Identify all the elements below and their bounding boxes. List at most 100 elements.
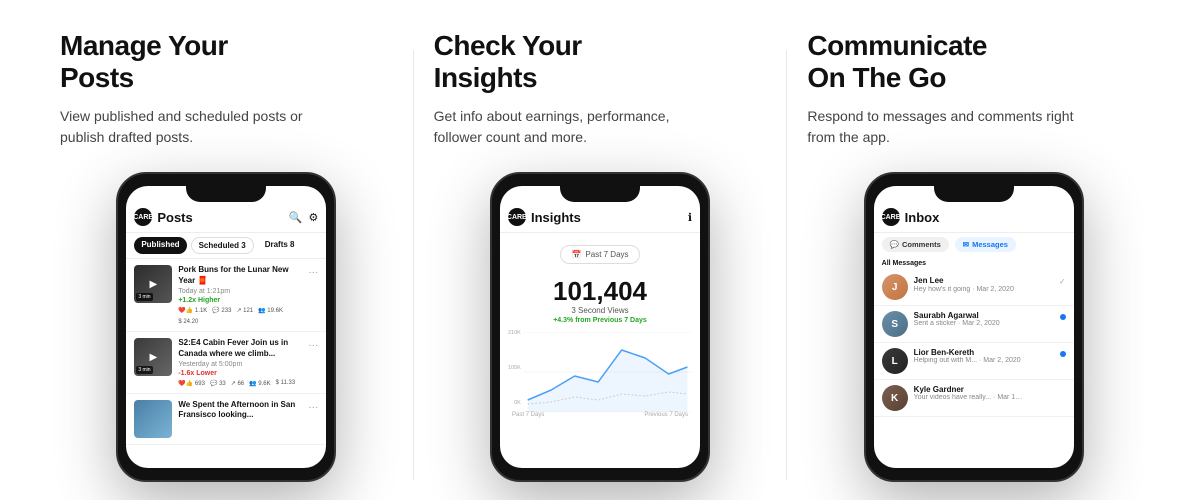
chart-container: 210K 105K 0K — [508, 328, 692, 412]
messages-label: Messages — [972, 240, 1008, 249]
stat-shares-2: ↗ 66 — [231, 380, 244, 387]
y-label-top: 210K — [508, 330, 521, 336]
inbox-tabs: 💬 Comments ✉ Messages — [874, 233, 1074, 256]
inbox-screen-title: Inbox — [905, 210, 940, 225]
all-messages-label: All Messages — [874, 256, 1074, 269]
phone-notch-insights — [560, 184, 640, 202]
inbox-title-row: CARB Inbox — [882, 208, 940, 226]
stat-reactions-2: ❤️👍 693 — [178, 380, 205, 387]
metric-change: +4.3% from Previous 7 Days — [508, 317, 692, 324]
phone-notch-inbox — [934, 184, 1014, 202]
post-title-3: We Spent the Afternoon in San Fransisco … — [178, 400, 302, 421]
msg-content-lior: Lior Ben-Kereth Helping out with M... · … — [914, 348, 1066, 364]
insights-screen: CARB Insights ℹ 📅 Past 7 Days — [500, 186, 700, 468]
posts-tabs: Published Scheduled 3 Drafts 8 — [126, 233, 326, 259]
post-thumb-3 — [134, 400, 172, 438]
post-date-1: Today at 1:21pm — [178, 288, 302, 295]
time-selector-label: Past 7 Days — [585, 250, 628, 259]
message-jen[interactable]: J Jen Lee ✓ Hey how's it going · Mar 2, … — [874, 269, 1074, 306]
play-icon-2: ▶ — [149, 352, 157, 363]
filter-icon[interactable]: ⚙ — [308, 211, 318, 224]
metric-label: 3 Second Views — [508, 306, 692, 315]
post-item-1: ▶ 3 min Pork Buns for the Lunar New Year… — [126, 259, 326, 332]
msg-content-saurabh: Saurabh Agarwal Sent a sticker · Mar 2, … — [914, 311, 1066, 327]
msg-name-jen: Jen Lee — [914, 276, 944, 285]
tab-published[interactable]: Published — [134, 237, 186, 254]
post-title-1: Pork Buns for the Lunar New Year 🧧 — [178, 265, 302, 286]
msg-read-jen: ✓ — [1059, 277, 1066, 286]
post-title-2: S2:E4 Cabin Fever Join us in Canada wher… — [178, 338, 302, 359]
msg-preview-saurabh: Sent a sticker · Mar 2, 2020 — [914, 320, 1024, 327]
inbox-screen: CARB Inbox 💬 Comments ✉ Messages — [874, 186, 1074, 468]
post-thumb-2: ▶ 3 min — [134, 338, 172, 376]
post-menu-3[interactable]: ··· — [308, 402, 318, 413]
msg-preview-jen: Hey how's it going · Mar 2, 2020 — [914, 286, 1024, 293]
msg-preview-kyle: Your videos have really... · Mar 1, 2020 — [914, 394, 1024, 401]
tab-comments[interactable]: 💬 Comments — [882, 237, 949, 252]
calendar-icon: 📅 — [571, 250, 581, 259]
tab-messages[interactable]: ✉ Messages — [955, 237, 1016, 252]
play-icon-1: ▶ — [149, 279, 157, 290]
phone-notch-posts — [186, 184, 266, 202]
time-selector[interactable]: 📅 Past 7 Days — [560, 245, 639, 264]
comments-icon: 💬 — [890, 240, 899, 249]
msg-name-saurabh: Saurabh Agarwal — [914, 311, 979, 320]
posts-header-icons: 🔍 ⚙ — [289, 211, 319, 224]
messages-icon: ✉ — [963, 240, 969, 249]
phone-wrapper-posts: CARB Posts 🔍 ⚙ Published Scheduled 3 Dra… — [60, 172, 393, 500]
duration-1: 3 min — [136, 293, 152, 301]
post-stats-2: ❤️👍 693 💬 33 ↗ 66 👥 9.6K $ 11.33 — [178, 380, 302, 387]
manage-posts-title: Manage YourPosts — [60, 30, 228, 94]
avatar-jen: J — [882, 274, 908, 300]
duration-2: 3 min — [136, 366, 152, 374]
feature-insights: Check YourInsights Get info about earnin… — [414, 30, 787, 500]
stat-revenue-2: $ 11.33 — [276, 380, 296, 386]
phone-posts: CARB Posts 🔍 ⚙ Published Scheduled 3 Dra… — [116, 172, 336, 482]
posts-screen-title: Posts — [157, 210, 192, 225]
stat-revenue-1: $ 24.20 — [178, 319, 198, 325]
chart-label-current: Past 7 Days — [512, 412, 544, 418]
post-perf-1: +1.2x Higher — [178, 297, 302, 304]
comments-label: Comments — [902, 240, 941, 249]
post-content-3: We Spent the Afternoon in San Fransisco … — [178, 400, 302, 423]
tab-scheduled[interactable]: Scheduled 3 — [191, 237, 254, 254]
posts-title-row: CARB Posts — [134, 208, 192, 226]
communicate-desc: Respond to messages and comments right f… — [807, 106, 1087, 148]
y-label-bot: 0K — [508, 400, 521, 406]
unread-dot-lior — [1060, 351, 1066, 357]
stat-reach-2: 👥 9.6K — [249, 380, 270, 387]
message-saurabh[interactable]: S Saurabh Agarwal Sent a sticker · Mar 2… — [874, 306, 1074, 343]
main-content: Manage YourPosts View published and sche… — [0, 0, 1200, 500]
info-icon[interactable]: ℹ — [688, 211, 692, 224]
stat-comments-1: 💬 233 — [212, 307, 231, 314]
feature-communicate: CommunicateOn The Go Respond to messages… — [787, 30, 1140, 500]
search-icon[interactable]: 🔍 — [289, 211, 303, 224]
message-kyle[interactable]: K Kyle Gardner Your videos have really..… — [874, 380, 1074, 417]
chart-labels: Past 7 Days Previous 7 Days — [508, 412, 692, 418]
post-perf-2: -1.6x Lower — [178, 370, 302, 377]
chart-label-prev: Previous 7 Days — [644, 412, 688, 418]
insights-logo: CARB — [508, 208, 526, 226]
msg-content-kyle: Kyle Gardner Your videos have really... … — [914, 385, 1066, 401]
stat-comments-2: 💬 33 — [210, 380, 226, 387]
post-menu-1[interactable]: ··· — [308, 267, 318, 278]
insights-screen-title: Insights — [531, 210, 581, 225]
feature-manage-posts: Manage YourPosts View published and sche… — [60, 30, 413, 500]
msg-meta-jen: Jen Lee ✓ — [914, 274, 1066, 286]
message-lior[interactable]: L Lior Ben-Kereth Helping out with M... … — [874, 343, 1074, 380]
post-content-1: Pork Buns for the Lunar New Year 🧧 Today… — [178, 265, 302, 325]
msg-meta-lior: Lior Ben-Kereth — [914, 348, 1066, 357]
insights-title-row: CARB Insights — [508, 208, 581, 226]
avatar-saurabh: S — [882, 311, 908, 337]
msg-preview-lior: Helping out with M... · Mar 2, 2020 — [914, 357, 1024, 364]
inbox-logo: CARB — [882, 208, 900, 226]
avatar-lior: L — [882, 348, 908, 374]
manage-posts-desc: View published and scheduled posts or pu… — [60, 106, 340, 148]
tab-drafts[interactable]: Drafts 8 — [258, 237, 302, 254]
post-date-2: Yesterday at 5:00pm — [178, 361, 302, 368]
post-menu-2[interactable]: ··· — [308, 340, 318, 351]
stat-shares-1: ↗ 121 — [236, 307, 253, 314]
y-labels: 210K 105K 0K — [508, 328, 521, 408]
y-label-mid: 105K — [508, 365, 521, 371]
insights-header-icons: ℹ — [688, 211, 692, 224]
